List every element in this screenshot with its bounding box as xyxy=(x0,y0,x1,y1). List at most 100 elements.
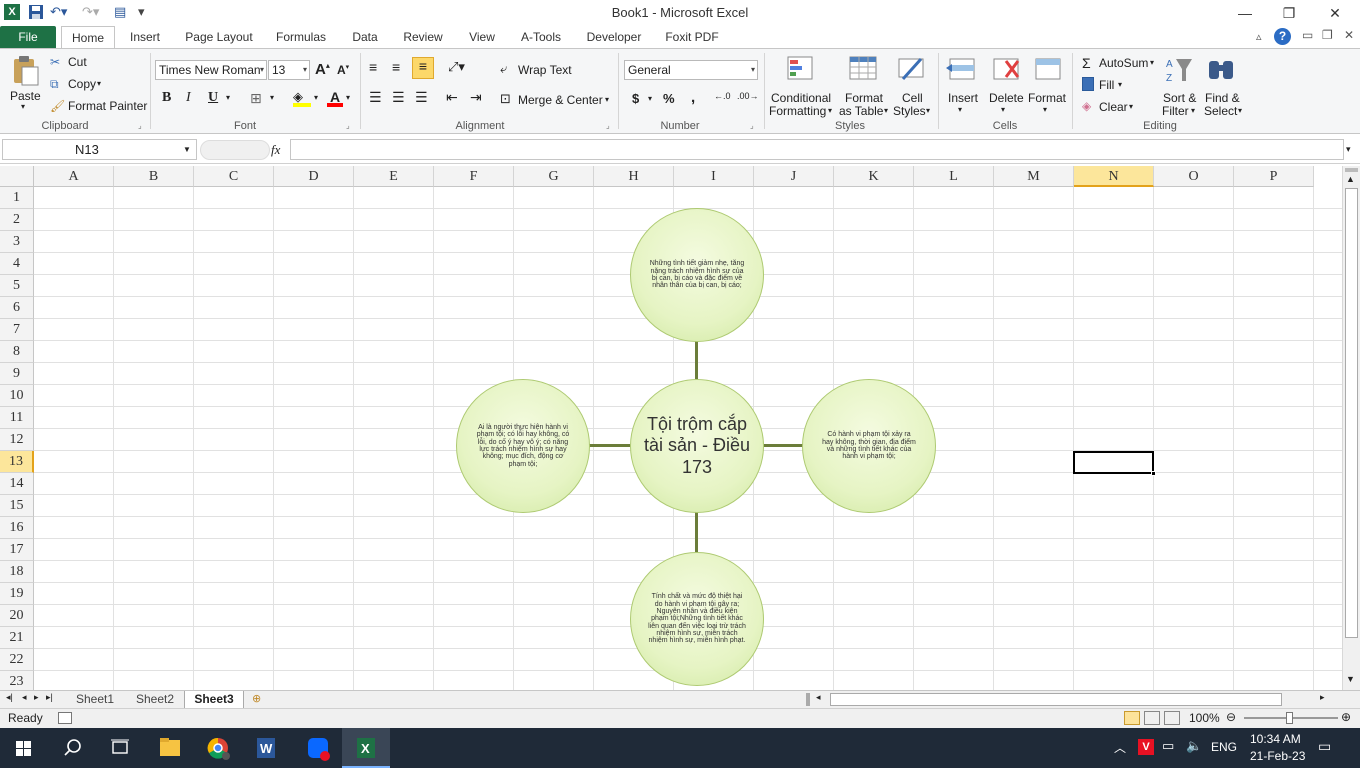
row-header[interactable]: 18 xyxy=(0,561,34,583)
column-header[interactable]: F xyxy=(434,166,514,187)
vertical-scroll-thumb[interactable] xyxy=(1345,188,1358,638)
decrease-indent-icon[interactable]: ⇤ xyxy=(446,89,458,106)
find-select-label2[interactable]: Select xyxy=(1204,104,1237,118)
copy-dropdown-icon[interactable]: ▾ xyxy=(97,79,101,88)
borders-icon[interactable]: ⊞ xyxy=(250,90,262,107)
zoom-in-icon[interactable]: ⊕ xyxy=(1341,710,1351,724)
tab-a-tools[interactable]: A-Tools xyxy=(514,26,568,48)
formula-input[interactable] xyxy=(290,139,1344,160)
zoom-level[interactable]: 100% xyxy=(1189,711,1220,725)
clock-date[interactable]: 21-Feb-23 xyxy=(1250,749,1305,763)
formula-expand-icon[interactable]: ▾ xyxy=(1346,144,1351,155)
next-sheet-icon[interactable]: ▸ xyxy=(34,692,39,703)
network-icon[interactable]: ▭ xyxy=(1162,738,1174,754)
cut-button[interactable]: Cut xyxy=(68,55,87,69)
conditional-formatting-button[interactable]: Conditional xyxy=(771,91,831,105)
shrink-font-icon[interactable]: A▾ xyxy=(337,63,349,77)
tab-insert[interactable]: Insert xyxy=(122,26,168,48)
conditional-dropdown-icon[interactable]: ▾ xyxy=(828,106,832,115)
cell-styles-label2[interactable]: Styles xyxy=(893,104,926,118)
align-bottom-icon[interactable]: ≡ xyxy=(412,57,434,79)
clipboard-launcher-icon[interactable]: ⌟ xyxy=(138,121,142,130)
find-select-icon[interactable] xyxy=(1206,55,1236,85)
align-top-icon[interactable]: ≡ xyxy=(369,59,377,75)
first-sheet-icon[interactable]: ◂| xyxy=(6,692,13,703)
increase-decimal-icon[interactable]: ←.0 xyxy=(714,91,731,101)
tab-page-layout[interactable]: Page Layout xyxy=(180,26,258,48)
clear-dropdown-icon[interactable]: ▾ xyxy=(1129,102,1133,111)
tab-data[interactable]: Data xyxy=(344,26,386,48)
font-launcher-icon[interactable]: ⌟ xyxy=(346,121,350,130)
word-icon[interactable]: W xyxy=(242,728,290,768)
column-header[interactable]: P xyxy=(1234,166,1314,187)
column-header[interactable]: K xyxy=(834,166,914,187)
column-header[interactable]: C xyxy=(194,166,274,187)
tab-developer[interactable]: Developer xyxy=(580,26,648,48)
row-header[interactable]: 7 xyxy=(0,319,34,341)
scroll-down-icon[interactable]: ▼ xyxy=(1346,674,1355,684)
diagram-right-node[interactable]: Có hành vi phạm tội xảy ra hay không, th… xyxy=(802,379,936,513)
comma-button[interactable]: , xyxy=(691,89,695,106)
conditional-formatting-label2[interactable]: Formatting xyxy=(769,104,826,118)
normal-view-icon[interactable] xyxy=(1124,711,1140,725)
row-header[interactable]: 19 xyxy=(0,583,34,605)
format-table-dropdown-icon[interactable]: ▾ xyxy=(884,106,888,115)
insert-function-button[interactable]: fx xyxy=(271,142,280,158)
find-dropdown-icon[interactable]: ▾ xyxy=(1238,106,1242,115)
minimize-button[interactable]: — xyxy=(1222,0,1268,26)
vertical-scrollbar[interactable]: ▲ ▼ xyxy=(1342,166,1360,690)
doc-minimize-icon[interactable]: ▭ xyxy=(1302,28,1313,42)
column-header[interactable]: J xyxy=(754,166,834,187)
close-button[interactable]: ✕ xyxy=(1312,0,1358,26)
row-header[interactable]: 3 xyxy=(0,231,34,253)
help-icon[interactable]: ? xyxy=(1274,28,1291,45)
delete-cells-icon[interactable] xyxy=(990,55,1022,83)
page-break-view-icon[interactable] xyxy=(1164,711,1180,725)
cell-styles-icon[interactable] xyxy=(897,55,927,83)
font-name-combo[interactable]: Times New Roman ▾ xyxy=(155,60,267,80)
format-as-table-label2[interactable]: as Table xyxy=(839,104,883,118)
row-header[interactable]: 23 xyxy=(0,671,34,690)
insert-sheet-icon[interactable]: ⊕ xyxy=(252,692,261,705)
row-header[interactable]: 17 xyxy=(0,539,34,561)
fill-button[interactable]: Fill xyxy=(1099,78,1114,92)
scroll-up-icon[interactable]: ▲ xyxy=(1346,174,1355,184)
row-header[interactable]: 13 xyxy=(0,451,34,473)
row-header[interactable]: 1 xyxy=(0,187,34,209)
file-explorer-icon[interactable] xyxy=(146,728,194,768)
language-indicator[interactable]: ENG xyxy=(1211,740,1237,754)
start-button[interactable] xyxy=(0,728,48,768)
column-header[interactable]: B xyxy=(114,166,194,187)
worksheet-grid[interactable]: ABCDEFGHIJKLMNOP 1 2 3 4 5 6 7 8 9 10 11 12 13 14 15 16… xyxy=(0,166,1342,690)
row-header[interactable]: 6 xyxy=(0,297,34,319)
column-header[interactable]: A xyxy=(34,166,114,187)
diagram-center-node[interactable]: Tội trộm cắp tài sản - Điều 173 xyxy=(630,379,764,513)
excel-taskbar-icon[interactable]: X xyxy=(342,728,390,768)
horizontal-scroll-thumb[interactable] xyxy=(830,693,1282,706)
borders-dropdown-icon[interactable]: ▾ xyxy=(270,93,274,102)
insert-cells-icon[interactable] xyxy=(946,55,978,83)
underline-dropdown-icon[interactable]: ▾ xyxy=(226,93,230,102)
wrap-text-icon[interactable]: ⤶ xyxy=(500,61,507,77)
tab-view[interactable]: View xyxy=(460,26,504,48)
last-sheet-icon[interactable]: ▸| xyxy=(46,692,53,703)
row-header[interactable]: 8 xyxy=(0,341,34,363)
sheet-tab-sheet3[interactable]: Sheet3 xyxy=(184,691,244,708)
insert-dropdown-icon[interactable]: ▾ xyxy=(958,105,962,114)
ribbon-collapse-icon[interactable]: ▵ xyxy=(1256,30,1262,43)
fill-handle[interactable] xyxy=(1151,471,1156,476)
format-as-table-icon[interactable] xyxy=(848,55,878,83)
zoom-slider-thumb[interactable] xyxy=(1286,712,1293,724)
doc-close-icon[interactable]: ✕ xyxy=(1344,28,1354,42)
notification-icon[interactable]: ▭ xyxy=(1318,738,1331,755)
show-hidden-icons[interactable]: ︿ xyxy=(1114,739,1126,756)
column-header[interactable]: L xyxy=(914,166,994,187)
cut-icon[interactable]: ✂ xyxy=(50,55,60,69)
scroll-right-icon[interactable]: ▸ xyxy=(1320,692,1325,703)
font-color-icon[interactable]: A xyxy=(327,89,343,107)
search-icon[interactable] xyxy=(48,728,96,768)
row-header[interactable]: 4 xyxy=(0,253,34,275)
format-cells-icon[interactable] xyxy=(1032,55,1064,83)
row-header[interactable]: 12 xyxy=(0,429,34,451)
sheet-tab-sheet2[interactable]: Sheet2 xyxy=(128,691,182,708)
